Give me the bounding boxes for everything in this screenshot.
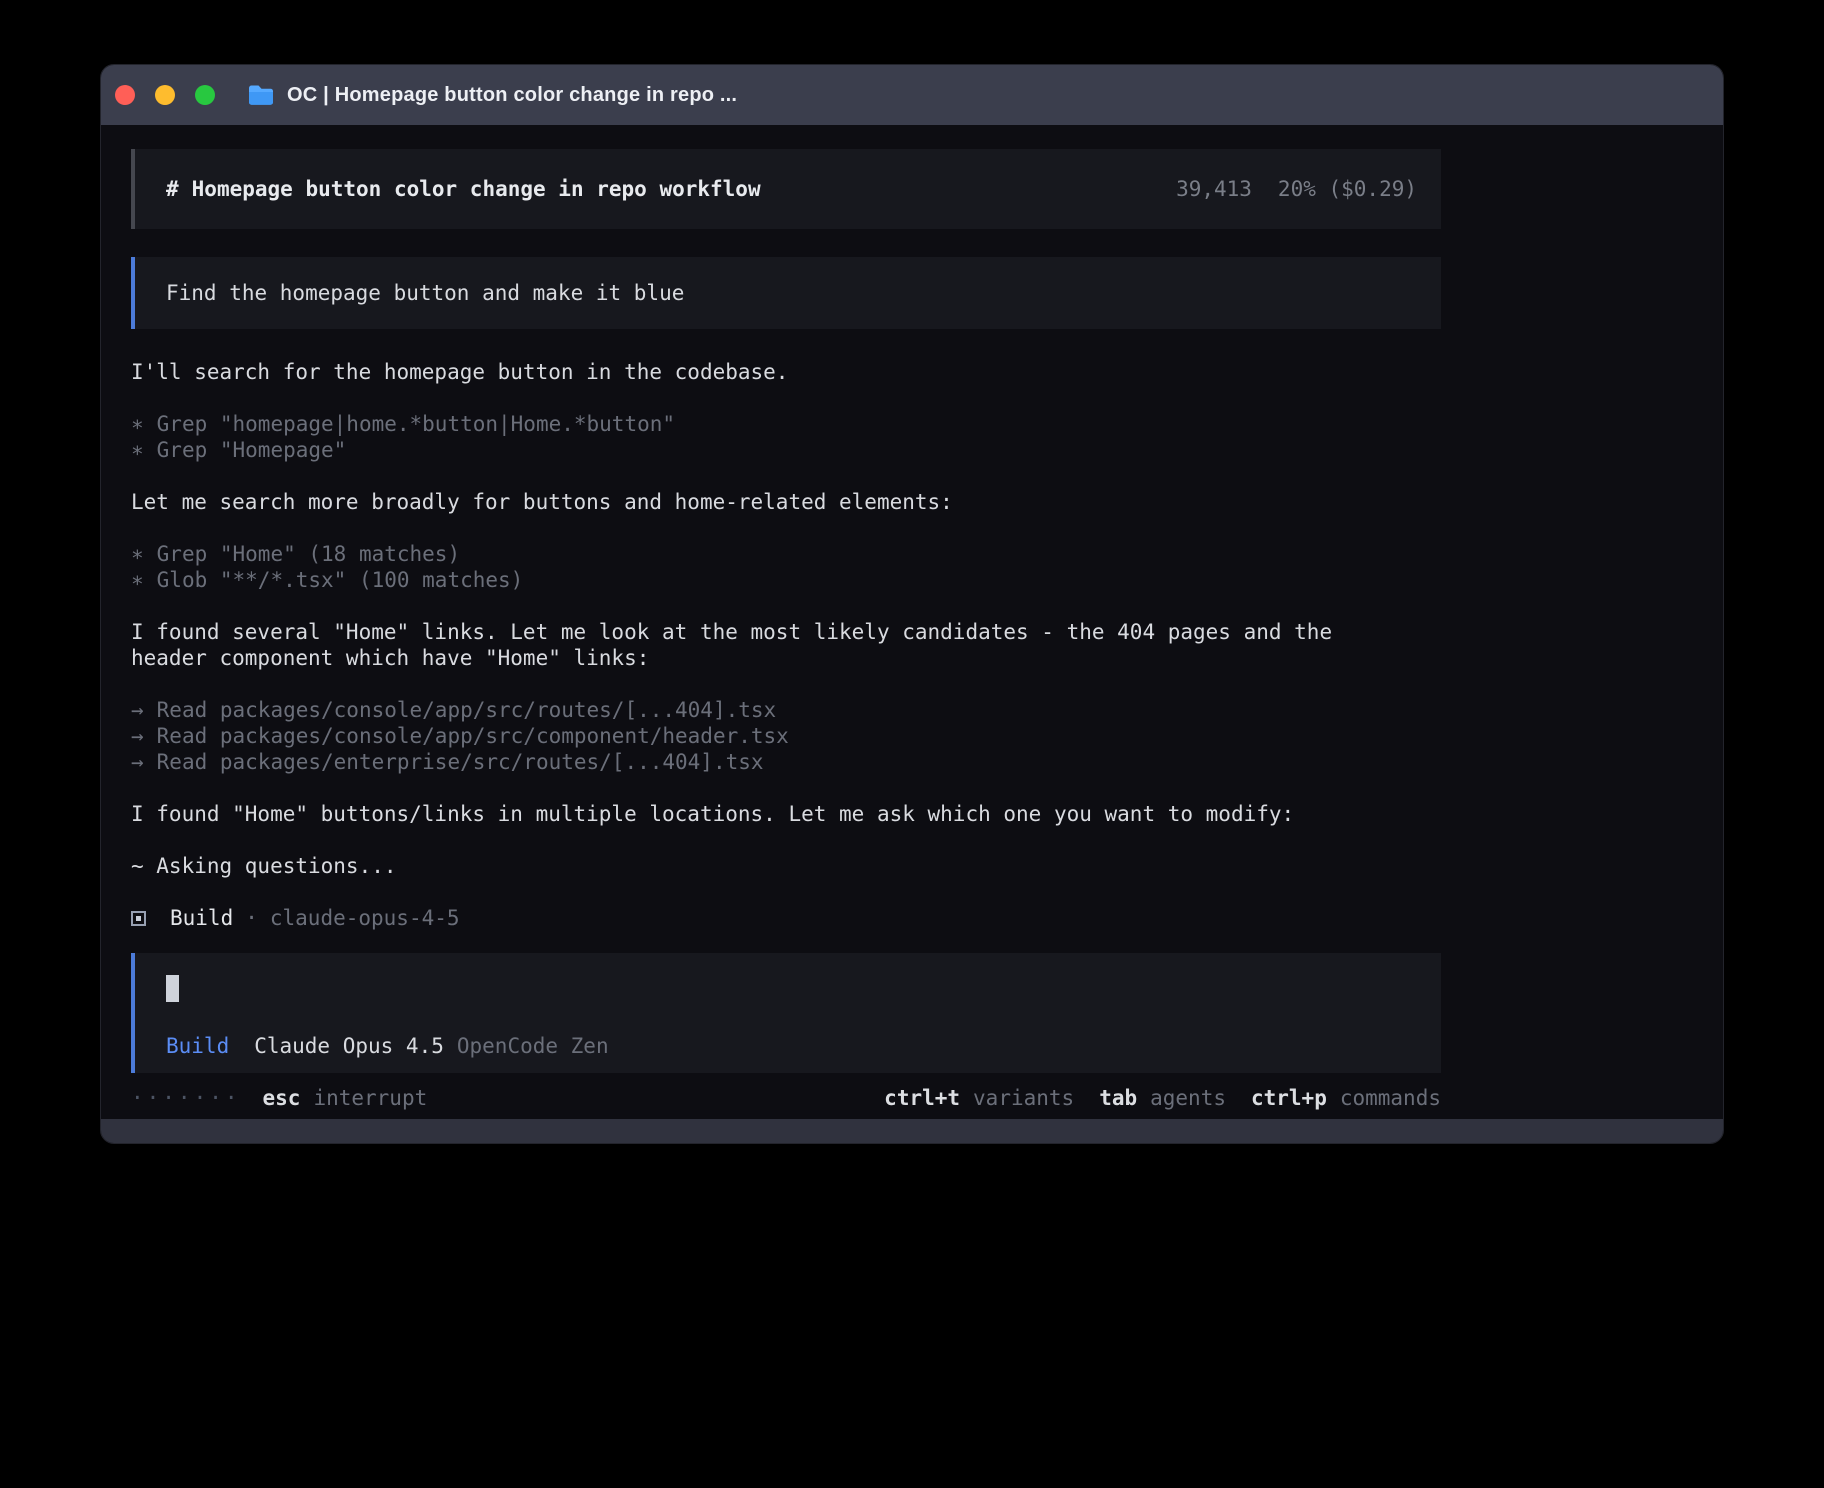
assistant-text: Let me search more broadly for buttons a… xyxy=(131,489,1391,515)
tool-call-text: Read packages/enterprise/src/routes/[...… xyxy=(157,750,764,774)
hint-key: ctrl+p xyxy=(1251,1085,1327,1111)
agent-name: Build xyxy=(170,905,233,931)
session-stats: 39,413 20% ($0.29) xyxy=(1176,176,1417,202)
arrow-right-icon: → xyxy=(131,697,144,723)
tool-call-grep: ∗ Grep "homepage|home.*button|Home.*butto… xyxy=(131,411,1441,437)
tool-call-read: → Read packages/enterprise/src/routes/[..… xyxy=(131,749,1441,775)
token-count: 39,413 xyxy=(1176,176,1252,202)
window-controls xyxy=(115,85,215,105)
tool-call-text: Grep "Homepage" xyxy=(157,438,347,462)
user-message: Find the homepage button and make it blu… xyxy=(131,257,1441,329)
asterisk-icon: ∗ xyxy=(131,437,144,463)
tool-call-text: Read packages/console/app/src/component/… xyxy=(157,724,789,748)
agent-model: claude-opus-4-5 xyxy=(270,905,460,931)
status-bar: ······· esc interrupt ctrl+t variants ta… xyxy=(131,1085,1441,1111)
hint-variants: ctrl+t variants xyxy=(884,1085,1074,1111)
tool-call-text: Read packages/console/app/src/routes/[..… xyxy=(157,698,777,722)
titlebar[interactable]: OC | Homepage button color change in rep… xyxy=(101,65,1723,125)
session-header: # Homepage button color change in repo wo… xyxy=(131,149,1441,229)
terminal-window: OC | Homepage button color change in rep… xyxy=(100,64,1724,1144)
text-cursor-icon xyxy=(166,975,179,1002)
context-cost: 20% ($0.29) xyxy=(1278,176,1417,202)
minimize-button[interactable] xyxy=(155,85,175,105)
interrupt-hint: ······· esc interrupt xyxy=(131,1085,427,1111)
asterisk-icon: ∗ xyxy=(131,411,144,437)
tool-call-text: Grep "homepage|home.*button|Home.*button… xyxy=(157,412,675,436)
esc-action-label: interrupt xyxy=(313,1085,427,1111)
agent-status: Build · claude-opus-4-5 xyxy=(131,905,1441,931)
hint-key: tab xyxy=(1099,1085,1137,1111)
assistant-text: I found "Home" buttons/links in multiple… xyxy=(131,801,1391,827)
arrow-right-icon: → xyxy=(131,723,144,749)
tool-call-grep: ∗ Grep "Home" (18 matches) xyxy=(131,541,1441,567)
tool-call-group: → Read packages/console/app/src/routes/[.… xyxy=(131,697,1441,775)
esc-key-label: esc xyxy=(263,1085,301,1111)
hint-label: variants xyxy=(973,1085,1074,1111)
hint-label: agents xyxy=(1150,1085,1226,1111)
prompt-input[interactable]: Build Claude Opus 4.5 OpenCode Zen xyxy=(131,953,1441,1073)
tool-call-grep: ∗ Grep "Homepage" xyxy=(131,437,1441,463)
desktop: OC | Homepage button color change in rep… xyxy=(0,0,1824,1488)
tool-call-group: ∗ Grep "Home" (18 matches) ∗ Glob "**/*.ts… xyxy=(131,541,1441,593)
hint-key: ctrl+t xyxy=(884,1085,960,1111)
hint-commands: ctrl+p commands xyxy=(1251,1085,1441,1111)
tool-call-group: ∗ Grep "homepage|home.*button|Home.*butto… xyxy=(131,411,1441,463)
tool-call-read: → Read packages/console/app/src/routes/[.… xyxy=(131,697,1441,723)
hint-label: commands xyxy=(1340,1085,1441,1111)
window-bottom-bar xyxy=(101,1119,1723,1143)
hint-agents: tab agents xyxy=(1099,1085,1226,1111)
arrow-right-icon: → xyxy=(131,749,144,775)
spinner-dots-icon: ······· xyxy=(131,1085,241,1111)
tool-call-text: Glob "**/*.tsx" (100 matches) xyxy=(157,568,524,592)
user-message-text: Find the homepage button and make it blu… xyxy=(166,280,684,306)
asterisk-icon: ∗ xyxy=(131,567,144,593)
input-model-label: Claude Opus 4.5 xyxy=(254,1034,444,1058)
agent-mode-icon xyxy=(131,911,146,926)
assistant-text: I found several "Home" links. Let me loo… xyxy=(131,619,1391,671)
session-hash: # xyxy=(166,177,179,201)
folder-icon xyxy=(247,83,275,107)
working-status: ~ Asking questions... xyxy=(131,853,1391,879)
tool-call-text: Grep "Home" (18 matches) xyxy=(157,542,460,566)
terminal-content: # Homepage button color change in repo wo… xyxy=(101,125,1723,1119)
dot-separator: · xyxy=(245,905,258,931)
tool-call-read: → Read packages/console/app/src/component… xyxy=(131,723,1441,749)
model-info-line: Build Claude Opus 4.5 OpenCode Zen xyxy=(166,1033,1417,1059)
assistant-text: I'll search for the homepage button in t… xyxy=(131,359,1391,385)
session-title: # Homepage button color change in repo wo… xyxy=(166,176,761,202)
tool-call-glob: ∗ Glob "**/*.tsx" (100 matches) xyxy=(131,567,1441,593)
window-title: OC | Homepage button color change in rep… xyxy=(287,84,737,107)
zoom-button[interactable] xyxy=(195,85,215,105)
close-button[interactable] xyxy=(115,85,135,105)
keyboard-hints: ctrl+t variants tab agents ctrl+p comman… xyxy=(884,1085,1441,1111)
input-provider-label: OpenCode Zen xyxy=(457,1034,609,1058)
asterisk-icon: ∗ xyxy=(131,541,144,567)
input-mode-label: Build xyxy=(166,1034,229,1058)
session-title-text: Homepage button color change in repo wor… xyxy=(192,177,761,201)
